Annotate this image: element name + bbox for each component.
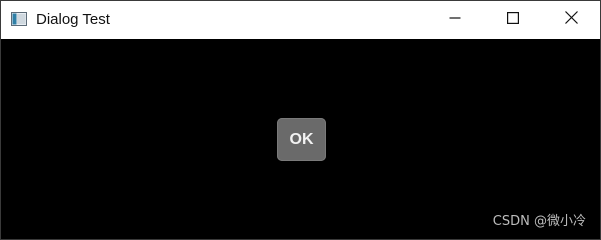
window-title: Dialog Test — [36, 11, 110, 28]
maximize-icon — [507, 11, 520, 29]
maximize-button[interactable] — [484, 1, 542, 39]
title-bar[interactable]: Dialog Test — [1, 1, 600, 39]
ok-button[interactable]: OK — [277, 118, 326, 161]
minimize-icon — [449, 11, 461, 29]
app-window-icon — [11, 12, 27, 26]
close-icon — [564, 11, 578, 29]
minimize-button[interactable] — [426, 1, 484, 39]
dialog-client-area: OK CSDN @微小冷 — [1, 39, 600, 239]
watermark-text: CSDN @微小冷 — [492, 214, 586, 229]
close-button[interactable] — [542, 1, 600, 39]
dialog-window: Dialog Test OK CSDN @微小冷 — [0, 0, 601, 240]
